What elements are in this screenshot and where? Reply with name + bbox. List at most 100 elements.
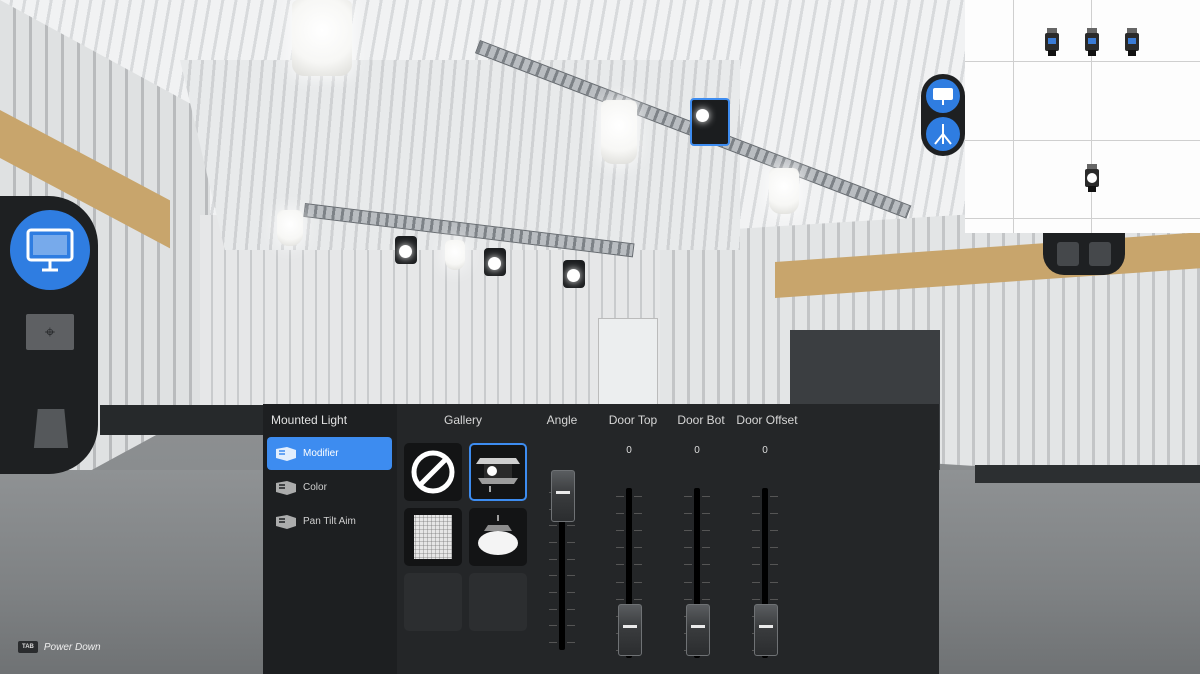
minimap-light-marker[interactable]	[1045, 28, 1059, 56]
slider-tick	[684, 547, 692, 549]
slider-tick	[770, 547, 778, 549]
slider-tick	[752, 513, 760, 515]
door-offset-label: Door Offset	[736, 413, 798, 427]
gallery-item-none[interactable]	[404, 443, 462, 501]
menu-item-pan-tilt-aim[interactable]: Pan Tilt Aim	[267, 505, 392, 538]
slider-tick	[549, 592, 557, 593]
fresnel-light[interactable]	[484, 248, 506, 276]
slider-tick	[684, 496, 692, 497]
angle-slider-thumb[interactable]	[551, 470, 575, 522]
slider-tick	[634, 530, 642, 532]
gallery-item-barn-doors[interactable]	[469, 443, 527, 501]
menu-item-color[interactable]: Color	[267, 471, 392, 504]
gallery-item-empty	[404, 573, 462, 631]
slider-tick	[567, 642, 575, 643]
pendant-lamp	[292, 0, 352, 76]
slider-tick	[684, 513, 692, 515]
modifier-editor: Gallery Angle Door Top Door Bot Door Off…	[397, 404, 939, 674]
keyboard-hint: TAB Power Down	[18, 641, 101, 653]
slider-tick	[702, 513, 710, 515]
slider-tick	[752, 530, 760, 532]
menu-item-label: Modifier	[303, 448, 339, 459]
slider-tick	[752, 581, 760, 583]
slider-tick	[702, 598, 710, 600]
dome-diffuser-icon	[478, 515, 518, 555]
slider-tick	[752, 564, 760, 566]
barn-doors-icon	[476, 458, 520, 492]
color-icon	[275, 480, 297, 496]
slider-tick	[702, 496, 710, 497]
tab-key-icon: TAB	[18, 641, 38, 653]
slider-tick	[549, 575, 557, 577]
slider-tick	[567, 525, 575, 527]
door-top-slider-thumb[interactable]	[618, 604, 642, 656]
minimap-light-marker[interactable]	[1085, 28, 1099, 56]
slider-tick	[567, 592, 575, 593]
door-top-label: Door Top	[608, 413, 658, 427]
panel-light-icon[interactable]	[10, 210, 90, 290]
door-bot-value: 0	[694, 445, 700, 456]
mounted-light-panel: Mounted Light Modifier Color Pan Tilt Ai…	[263, 404, 939, 674]
slider-tick	[616, 530, 624, 532]
slider-tick	[567, 608, 575, 610]
pendant-lamp	[277, 210, 303, 246]
view-right-icon[interactable]	[1089, 242, 1111, 266]
slider-tick	[702, 530, 710, 532]
slider-tick	[567, 575, 575, 577]
menu-item-label: Color	[303, 482, 327, 493]
slider-tick	[549, 625, 557, 627]
panel-title: Mounted Light	[271, 413, 348, 427]
slider-tick	[616, 513, 624, 515]
slider-tick	[702, 581, 710, 583]
gallery-item-empty	[469, 573, 527, 631]
top-down-minimap[interactable]	[965, 0, 1200, 233]
stage-platform	[100, 405, 280, 435]
back-door	[598, 318, 658, 410]
minimap-light-marker[interactable]	[1125, 28, 1139, 56]
slider-tick	[770, 530, 778, 532]
slider-tick	[549, 608, 557, 610]
baseboard	[975, 465, 1200, 483]
mounted-light-selected[interactable]	[690, 98, 730, 146]
slider-tick	[616, 581, 624, 583]
slider-tick	[634, 513, 642, 515]
minimap-view-toggle[interactable]	[1043, 233, 1125, 275]
fresnel-light[interactable]	[563, 260, 585, 288]
slider-tick	[770, 513, 778, 515]
slider-tick	[616, 496, 624, 497]
slider-tick	[616, 564, 624, 566]
layout-icon[interactable]: ⌖	[26, 314, 74, 350]
modifier-icon	[275, 446, 297, 462]
tripod-icon[interactable]	[926, 117, 960, 151]
gallery-item-softbox-grid[interactable]	[404, 508, 462, 566]
slider-tick	[752, 496, 760, 497]
slider-tick	[616, 598, 624, 600]
slider-tick	[684, 564, 692, 566]
panel-light-icon[interactable]	[926, 79, 960, 113]
minimap-camera-marker[interactable]	[1085, 164, 1099, 192]
door-offset-slider-thumb[interactable]	[754, 604, 778, 656]
slider-tick	[634, 598, 642, 600]
door-bot-slider-thumb[interactable]	[686, 604, 710, 656]
slider-tick	[549, 642, 557, 643]
slider-tick	[616, 547, 624, 549]
slider-tick	[634, 547, 642, 549]
fresnel-light[interactable]	[395, 236, 417, 264]
pan-tilt-icon	[275, 514, 297, 530]
menu-item-modifier[interactable]: Modifier	[267, 437, 392, 470]
softbox-grid-icon	[414, 515, 452, 559]
slider-tick	[702, 564, 710, 566]
slider-tick	[684, 530, 692, 532]
view-left-icon[interactable]	[1057, 242, 1079, 266]
hint-text: Power Down	[43, 641, 101, 653]
slider-tick	[684, 598, 692, 600]
slider-tick	[634, 496, 642, 497]
slider-tick	[770, 598, 778, 600]
pendant-lamp	[601, 100, 637, 164]
bag-icon[interactable]	[33, 409, 69, 448]
slider-tick	[549, 558, 557, 560]
slider-tick	[567, 625, 575, 627]
slider-tick	[567, 558, 575, 560]
no-modifier-icon	[411, 450, 455, 494]
gallery-item-dome-diffuser[interactable]	[469, 508, 527, 566]
